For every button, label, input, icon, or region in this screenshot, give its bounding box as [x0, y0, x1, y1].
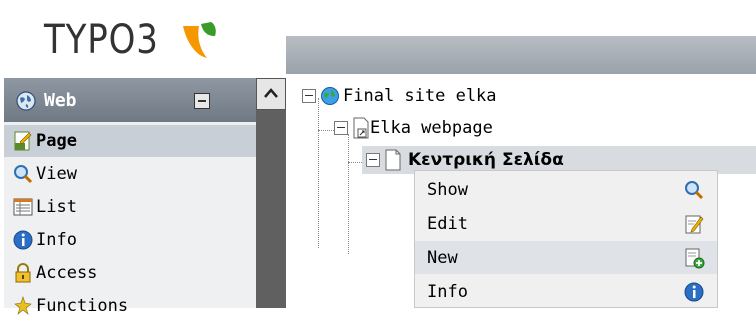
menu-item-label: Functions	[36, 296, 129, 316]
menu-item-label: Access	[36, 263, 98, 283]
menu-item-list[interactable]: List	[4, 191, 256, 223]
context-menu-label: Info	[427, 281, 468, 302]
chevron-up-icon	[264, 88, 278, 98]
context-menu-info[interactable]: Info	[415, 275, 717, 308]
context-menu-edit[interactable]: Edit	[415, 207, 717, 240]
module-menu-scrollbar[interactable]	[256, 78, 286, 308]
new-page-icon	[685, 248, 705, 268]
magnifier-icon	[685, 180, 704, 199]
collapse-toggle[interactable]	[302, 89, 316, 103]
page-icon	[385, 149, 401, 171]
menu-item-view[interactable]: View	[4, 158, 256, 190]
tree-connector	[348, 134, 349, 254]
context-menu-new[interactable]: New	[415, 241, 717, 274]
menu-item-info[interactable]: Info	[4, 224, 256, 256]
shortcut-page-icon	[353, 117, 369, 139]
menu-item-access[interactable]: Access	[4, 257, 256, 289]
tree-connector	[318, 98, 319, 248]
context-menu: Show Edit New Info	[414, 170, 718, 308]
module-menu: Web Page View List Info Access Functions	[4, 78, 256, 316]
scroll-up-button[interactable]	[256, 78, 286, 110]
page-icon	[14, 131, 32, 151]
menu-item-label: Info	[36, 230, 77, 250]
module-group-label: Web	[44, 90, 77, 111]
magnifier-icon	[14, 165, 33, 184]
tree-node-label: Elka webpage	[370, 118, 493, 138]
context-menu-label: Show	[427, 179, 468, 200]
info-icon	[684, 282, 704, 301]
logo-text: TYPO3	[44, 17, 159, 63]
info-icon	[13, 230, 33, 250]
collapse-toggle[interactable]	[334, 121, 348, 135]
menu-item-label: View	[36, 164, 77, 184]
menu-item-label: Page	[36, 131, 77, 151]
typo3-mark-icon	[182, 22, 216, 58]
list-icon	[13, 198, 33, 216]
edit-icon	[685, 215, 704, 233]
tree-node-label: Κεντρική Σελίδα	[408, 150, 564, 170]
tree-node-elka-webpage[interactable]: Elka webpage	[334, 114, 493, 142]
menu-item-functions[interactable]: Functions	[4, 290, 256, 322]
globe-icon	[321, 87, 339, 105]
lock-icon	[15, 263, 31, 283]
collapse-toggle[interactable]	[366, 153, 380, 167]
context-menu-show[interactable]: Show	[415, 173, 717, 206]
menu-item-label: List	[36, 197, 77, 217]
module-group-web[interactable]: Web	[4, 78, 256, 122]
context-menu-label: Edit	[427, 213, 468, 234]
globe-icon	[16, 91, 36, 111]
tree-node-label: Final site elka	[343, 86, 497, 106]
menu-item-page[interactable]: Page	[4, 125, 256, 157]
tree-node-root[interactable]: Final site elka	[302, 82, 497, 110]
collapse-group-button[interactable]	[194, 93, 210, 109]
top-toolbar	[286, 36, 756, 74]
typo3-logo: TYPO3	[44, 10, 221, 70]
context-menu-label: New	[427, 247, 458, 268]
functions-icon	[14, 296, 32, 315]
